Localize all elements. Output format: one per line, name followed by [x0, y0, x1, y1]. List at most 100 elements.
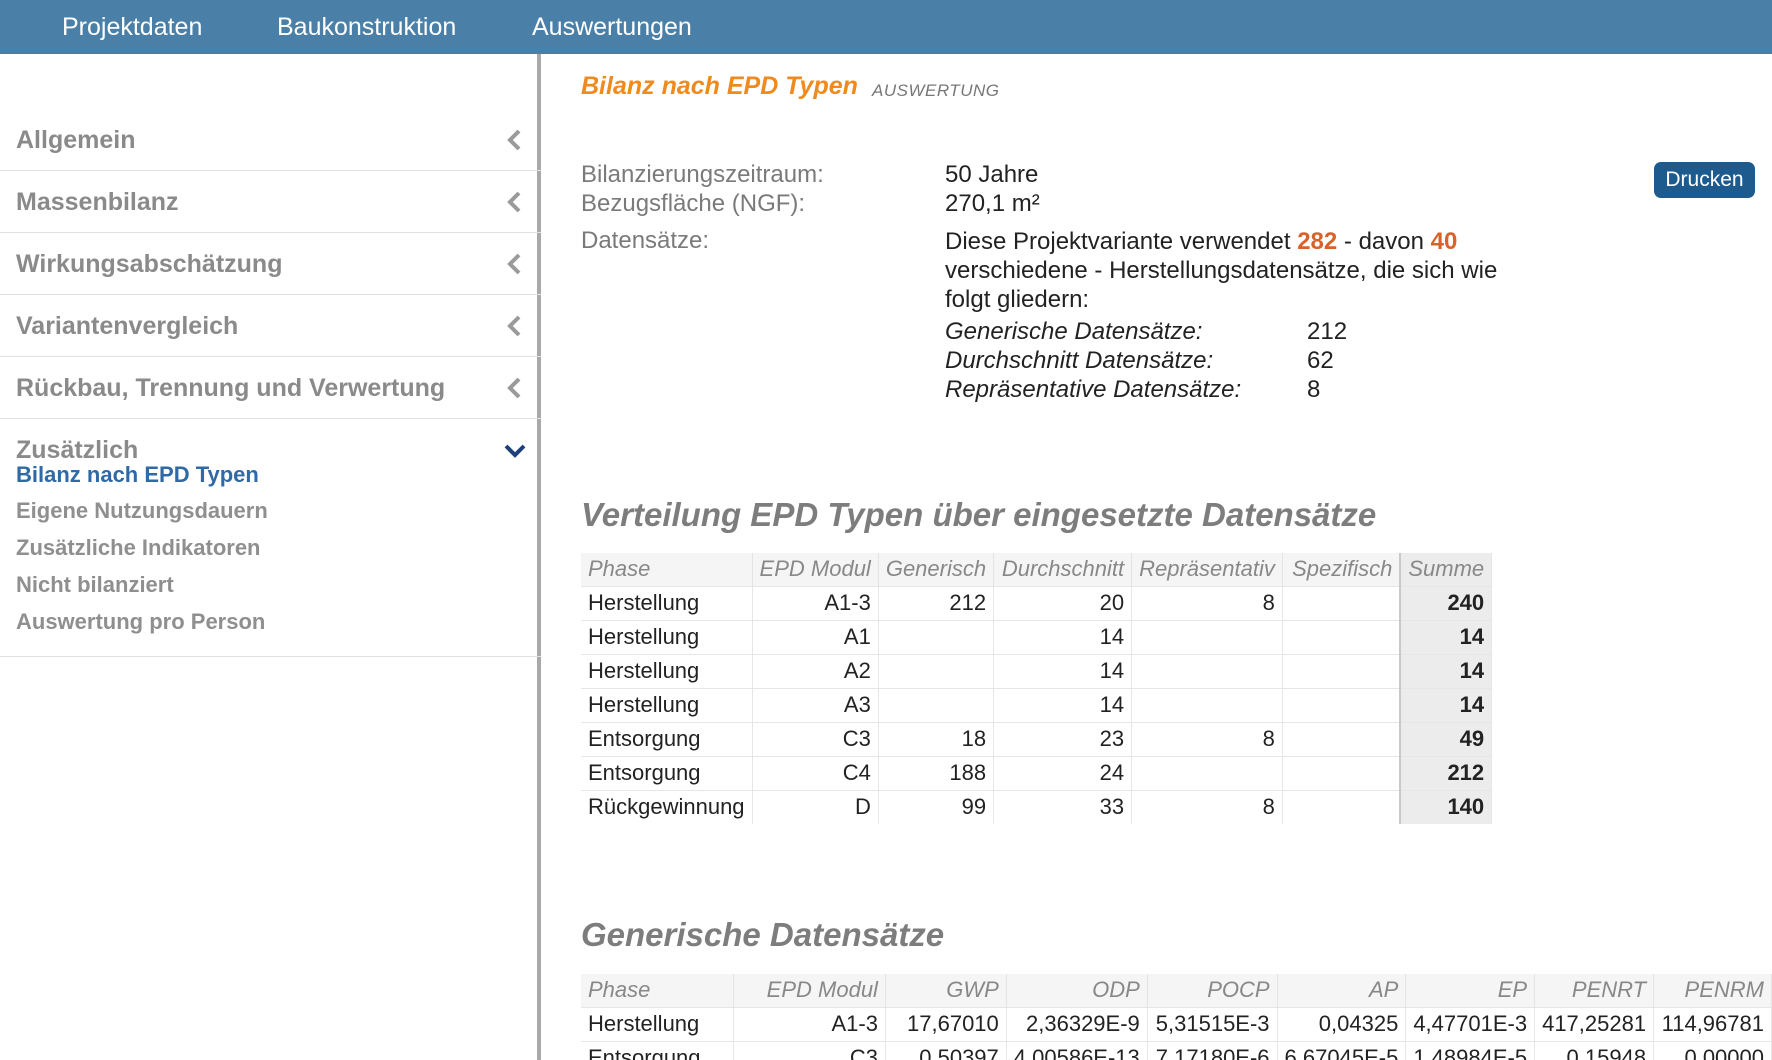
table-row: Herstellung A1-3 17,67010 2,36329E-9 5,31515…	[581, 1006, 1772, 1041]
generic-table: Phase EPD Modul GWP ODP POCP AP EP PENRT PENRM H…	[581, 974, 1772, 1060]
sidebar-section-massenbilanz[interactable]: Massenbilanz	[0, 171, 541, 233]
table-cell	[1131, 619, 1283, 654]
table-cell: 8	[1131, 585, 1283, 620]
datasets-text: - davon	[1343, 228, 1424, 255]
table-cell	[1282, 619, 1401, 654]
table-cell: 4,47701E-3	[1405, 1006, 1536, 1041]
breakdown-value: 8	[1307, 376, 1321, 403]
table-cell	[878, 687, 995, 722]
table-cell: 14	[993, 653, 1133, 688]
datasets-text: verschiedene - Herstellungsdatensätze, d…	[945, 257, 1498, 313]
datasets-text: Diese Projektvariante verwendet	[945, 228, 1291, 255]
table-cell: 14	[1399, 653, 1493, 688]
table-cell: 23	[993, 721, 1133, 756]
table-cell: 17,67010	[885, 1006, 1007, 1041]
table-cell: 0,00000	[1653, 1040, 1772, 1060]
sidebar-section-allgemein[interactable]: Allgemein	[0, 109, 541, 171]
table-cell: 33	[993, 789, 1133, 824]
column-header: PENRT	[1534, 974, 1655, 1007]
table-row: Rückgewinnung D 99 33 8 140	[581, 789, 1493, 824]
table-cell: Herstellung	[581, 687, 753, 722]
table-cell	[1282, 755, 1401, 790]
nav-baukonstruktion[interactable]: Baukonstruktion	[277, 0, 456, 54]
column-header: Repräsentativ	[1131, 553, 1283, 586]
breakdown-value: 212	[1307, 318, 1348, 345]
column-header: Summe	[1399, 553, 1493, 586]
table-row: Entsorgung C3 18 23 8 49	[581, 721, 1493, 756]
datasets-total: 282	[1297, 228, 1338, 255]
sidebar-section-label: Wirkungsabschätzung	[16, 250, 283, 278]
table-cell: 4,00586E-13	[1006, 1040, 1148, 1060]
column-header: Phase	[581, 974, 734, 1007]
column-header: PENRM	[1653, 974, 1772, 1007]
table-cell: D	[752, 789, 879, 824]
chevron-down-icon	[504, 444, 526, 458]
sidebar-link-bilanz-epd[interactable]: Bilanz nach EPD Typen	[16, 462, 259, 488]
sidebar-link-nutzungsdauern[interactable]: Eigene Nutzungsdauern	[16, 498, 268, 524]
chevron-left-icon	[507, 129, 521, 151]
nav-projektdaten[interactable]: Projektdaten	[62, 0, 202, 54]
sidebar-link-nicht-bilanziert[interactable]: Nicht bilanziert	[16, 572, 174, 598]
table-cell: A1-3	[733, 1006, 886, 1041]
sidebar-section-label: Rückbau, Trennung und Verwertung	[16, 374, 446, 402]
table-cell: 14	[993, 687, 1133, 722]
table-cell: 212	[878, 585, 995, 620]
table-cell	[1282, 585, 1401, 620]
table-cell	[1282, 721, 1401, 756]
page-title: Bilanz nach EPD Typen	[581, 72, 858, 100]
table-cell: 14	[1399, 687, 1493, 722]
table-row: Herstellung A2 14 14	[581, 653, 1493, 688]
table-row: Entsorgung C4 188 24 212	[581, 755, 1493, 790]
table-cell: 1,48984E-5	[1405, 1040, 1536, 1060]
nav-auswertungen[interactable]: Auswertungen	[532, 0, 692, 54]
column-header: Phase	[581, 553, 753, 586]
table-cell: 0,15948	[1534, 1040, 1655, 1060]
table-cell: 0,50397	[885, 1040, 1007, 1060]
table-cell: A2	[752, 653, 879, 688]
table-cell	[878, 653, 995, 688]
sidebar-section-label: Massenbilanz	[16, 188, 179, 216]
chevron-left-icon	[507, 377, 521, 399]
generic-title: Generische Datensätze	[581, 916, 945, 953]
table-row: Herstellung A3 14 14	[581, 687, 1493, 722]
table-row: Herstellung A1-3 212 20 8 240	[581, 585, 1493, 620]
column-header: Spezifisch	[1282, 553, 1401, 586]
datasets-description: Diese Projektvariante verwendet 282 - da…	[945, 227, 1505, 314]
column-header: POCP	[1147, 974, 1278, 1007]
table-cell: 417,25281	[1534, 1006, 1655, 1041]
sidebar-section-label: Allgemein	[16, 126, 136, 154]
print-button[interactable]: Drucken	[1654, 162, 1755, 198]
top-navigation: Projektdaten Baukonstruktion Auswertunge…	[0, 0, 1772, 54]
table-cell	[1282, 789, 1401, 824]
table-cell: 6,67045E-5	[1277, 1040, 1407, 1060]
distribution-table: Phase EPD Modul Generisch Durchschnitt Reprä…	[581, 553, 1493, 824]
column-header: EP	[1405, 974, 1536, 1007]
area-label: Bezugsfläche (NGF):	[581, 190, 806, 217]
column-header: Durchschnitt	[993, 553, 1133, 586]
table-cell: C3	[752, 721, 879, 756]
column-header: GWP	[885, 974, 1007, 1007]
table-cell	[1131, 653, 1283, 688]
chevron-left-icon	[507, 191, 521, 213]
column-header: EPD Modul	[752, 553, 879, 586]
table-cell: Entsorgung	[581, 1040, 734, 1060]
sidebar-section-variantenvergleich[interactable]: Variantenvergleich	[0, 295, 541, 357]
distribution-title: Verteilung EPD Typen über eingesetzte Da…	[581, 496, 1377, 533]
table-cell	[1131, 687, 1283, 722]
table-cell: Entsorgung	[581, 755, 753, 790]
table-cell	[1282, 653, 1401, 688]
table-cell: 20	[993, 585, 1133, 620]
sidebar-section-rueckbau[interactable]: Rückbau, Trennung und Verwertung	[0, 357, 541, 419]
table-cell: A1	[752, 619, 879, 654]
table-cell: C3	[733, 1040, 886, 1060]
table-cell: Rückgewinnung	[581, 789, 753, 824]
sidebar-link-indikatoren[interactable]: Zusätzliche Indikatoren	[16, 535, 261, 561]
table-cell	[1131, 755, 1283, 790]
table-cell: 14	[993, 619, 1133, 654]
chevron-left-icon	[507, 315, 521, 337]
table-cell: Herstellung	[581, 653, 753, 688]
sidebar-link-pro-person[interactable]: Auswertung pro Person	[16, 609, 265, 635]
datasets-label: Datensätze:	[581, 227, 710, 254]
sidebar-section-wirkungsabschaetzung[interactable]: Wirkungsabschätzung	[0, 233, 541, 295]
column-header: Generisch	[878, 553, 995, 586]
